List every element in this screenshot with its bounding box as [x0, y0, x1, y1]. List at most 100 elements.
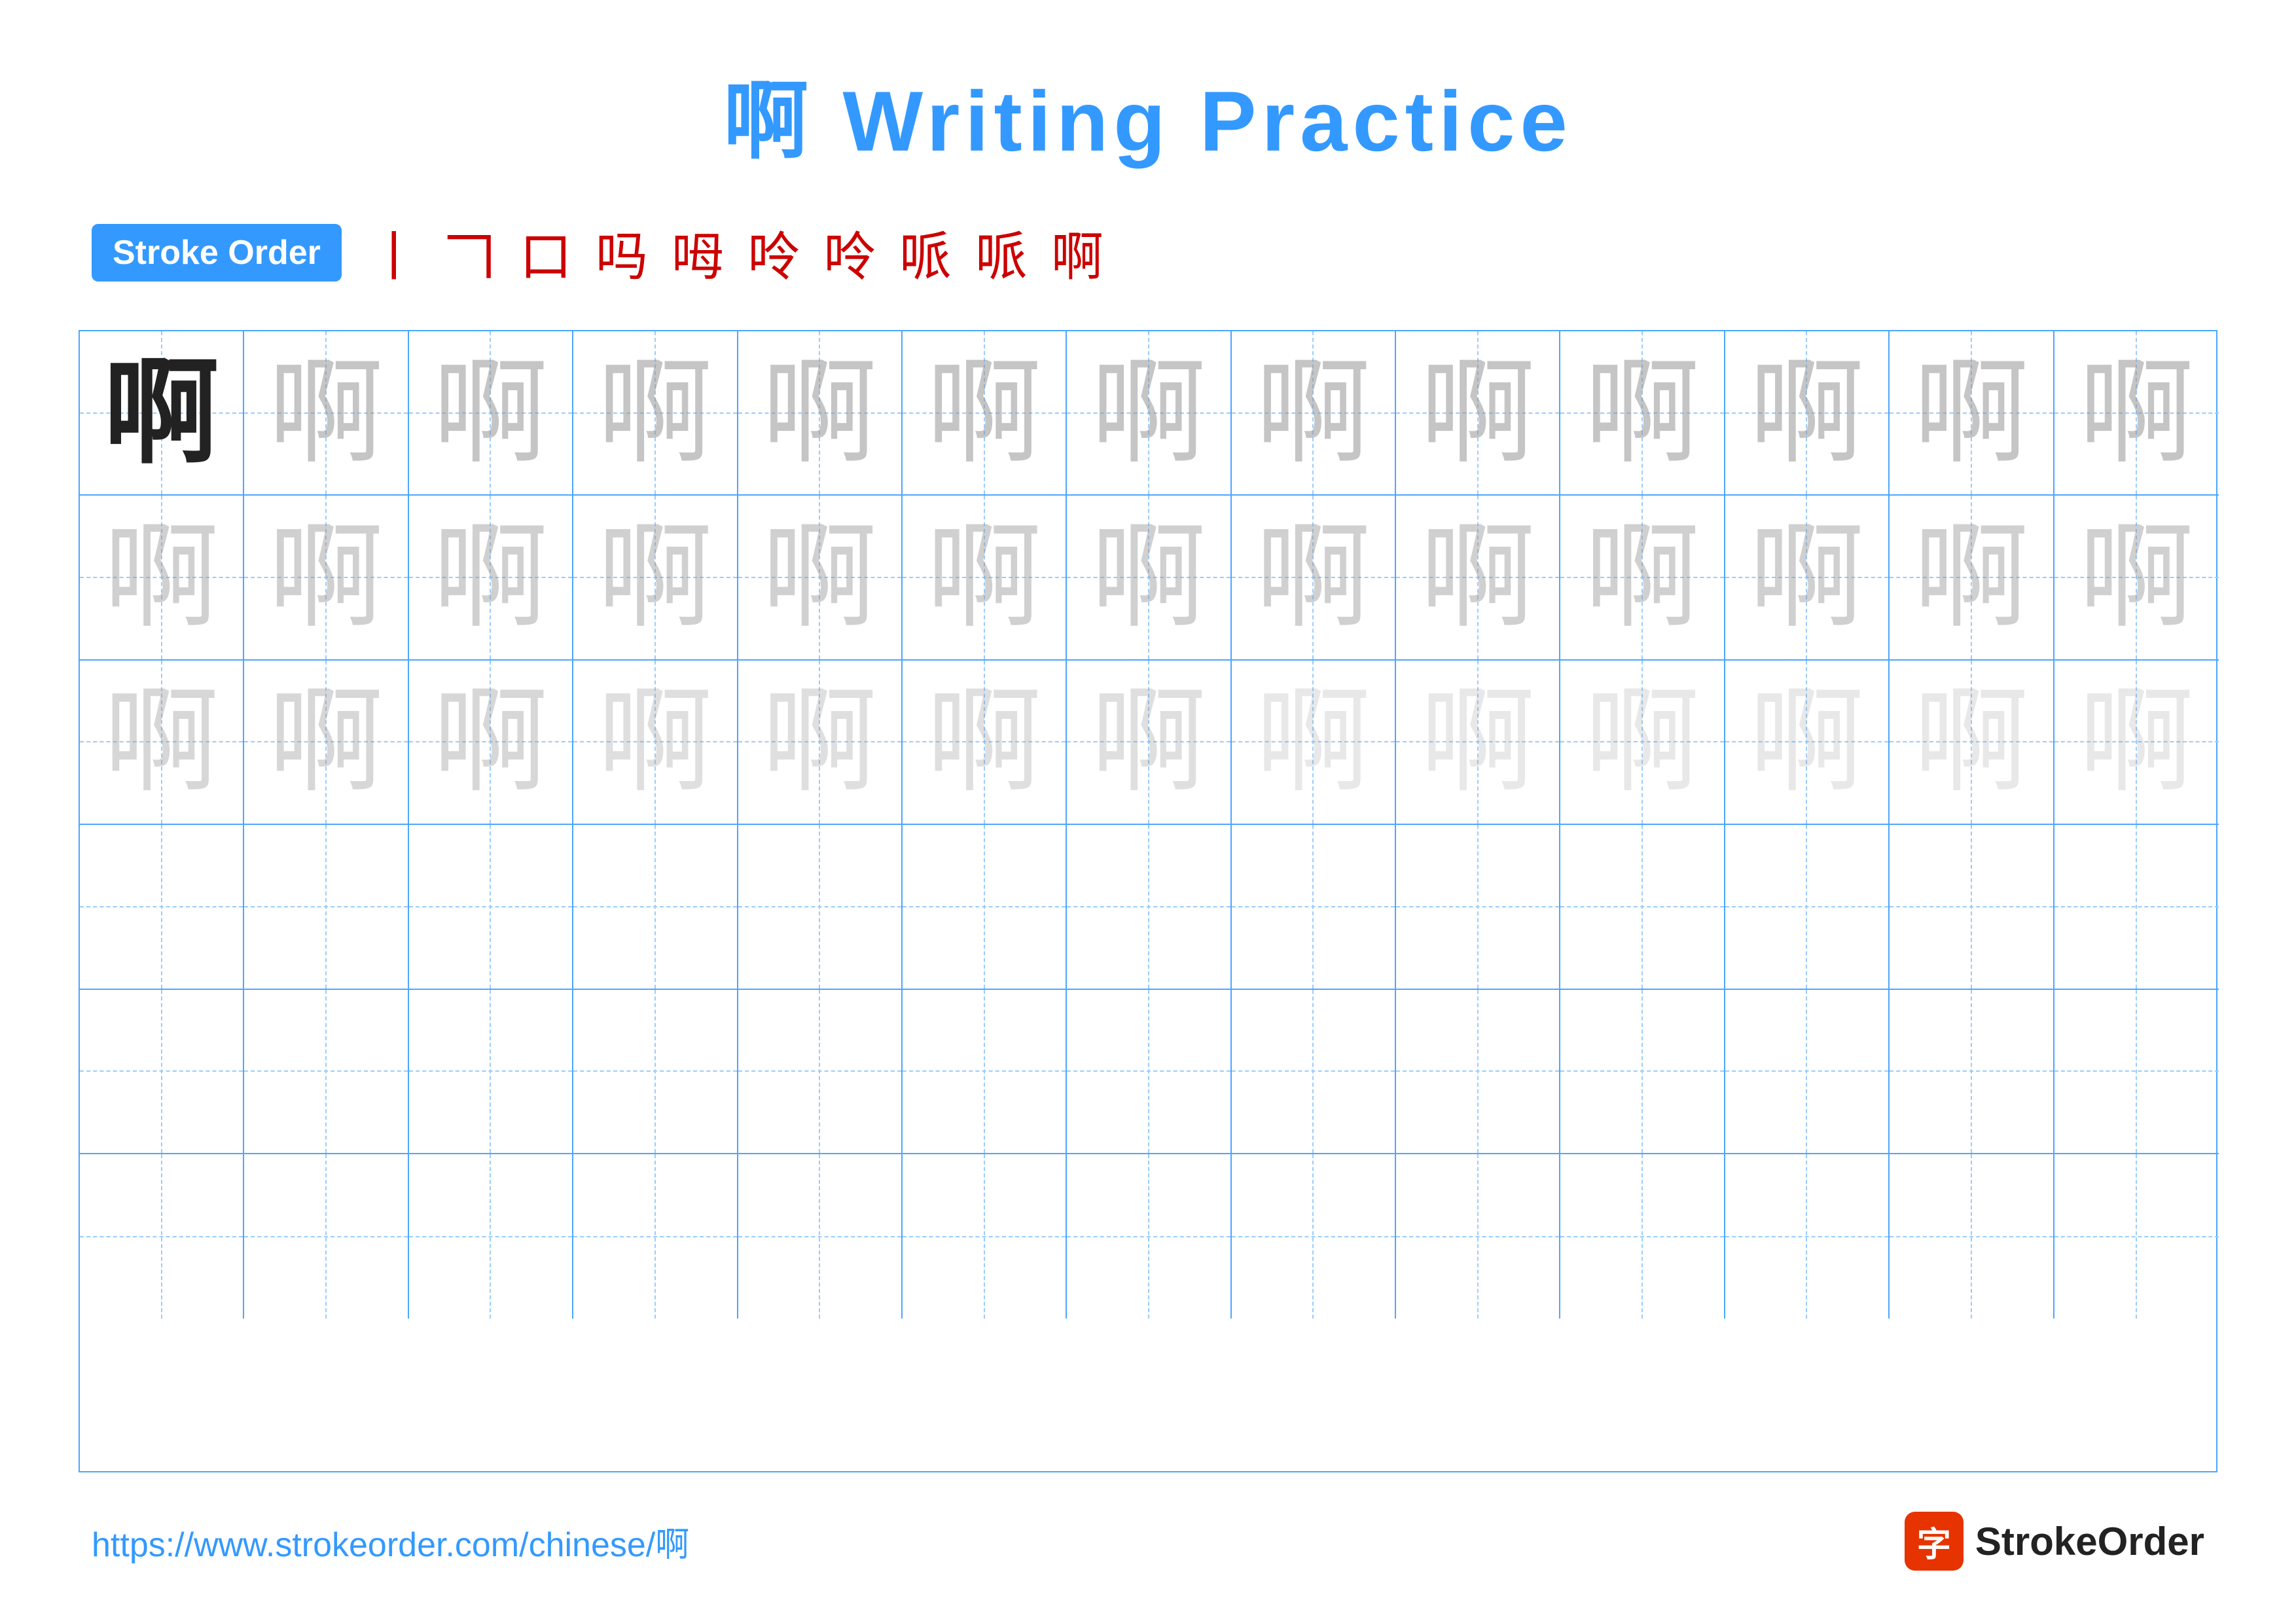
grid-cell[interactable] — [1396, 825, 1560, 989]
grid-cell[interactable]: 啊 — [244, 496, 408, 660]
grid-cell[interactable]: 啊 — [1067, 496, 1231, 660]
char-overlay: 啊 — [104, 684, 219, 799]
grid-cell[interactable] — [1232, 825, 1396, 989]
grid-cell[interactable] — [1232, 1154, 1396, 1319]
footer: https://www.strokeorder.com/chinese/啊 字 … — [79, 1512, 2217, 1571]
char-overlay: 啊 — [762, 356, 877, 471]
char-overlay: 啊 — [104, 356, 219, 471]
grid-cell[interactable]: 啊 — [1560, 661, 1725, 825]
char-overlay: 啊 — [598, 684, 713, 799]
grid-cell[interactable] — [1890, 825, 2054, 989]
grid-cell[interactable]: 啊 — [1560, 331, 1725, 496]
grid-cell[interactable] — [903, 825, 1067, 989]
grid-cell[interactable] — [244, 825, 408, 989]
grid-cell[interactable]: 啊 — [1396, 331, 1560, 496]
grid-cell[interactable]: 啊 — [80, 496, 244, 660]
grid-cell[interactable]: 啊 — [2054, 331, 2219, 496]
grid-cell[interactable]: 啊 — [1232, 661, 1396, 825]
grid-cell[interactable]: 啊 — [903, 661, 1067, 825]
grid-cell[interactable]: 啊 — [409, 661, 573, 825]
grid-row: 啊啊啊啊啊啊啊啊啊啊啊啊啊 — [80, 331, 2216, 496]
grid-cell[interactable]: 啊 — [1560, 496, 1725, 660]
grid-cell[interactable]: 啊 — [80, 331, 244, 496]
char-overlay: 啊 — [1091, 356, 1206, 471]
grid-cell[interactable] — [903, 1154, 1067, 1319]
grid-cell[interactable]: 啊 — [409, 496, 573, 660]
grid-cell[interactable]: 啊 — [573, 331, 738, 496]
grid-cell[interactable]: 啊 — [1890, 661, 2054, 825]
char-overlay: 啊 — [1420, 684, 1535, 799]
grid-cell[interactable]: 啊 — [738, 661, 903, 825]
grid-cell[interactable]: 啊 — [903, 496, 1067, 660]
char-overlay: 啊 — [433, 520, 548, 635]
grid-cell[interactable]: 啊 — [738, 496, 903, 660]
char-overlay: 啊 — [927, 356, 1042, 471]
grid-cell[interactable] — [903, 990, 1067, 1154]
grid-cell[interactable] — [2054, 1154, 2219, 1319]
grid-cell[interactable] — [573, 825, 738, 989]
grid-cell[interactable] — [1890, 990, 2054, 1154]
grid-cell[interactable] — [1725, 825, 1890, 989]
grid-cell[interactable] — [1396, 990, 1560, 1154]
stroke-sequence: 丨 𠃍 口 吗 呣 呤 呤 哌 哌 啊 — [368, 215, 1103, 291]
grid-cell[interactable] — [2054, 825, 2219, 989]
grid-cell[interactable]: 啊 — [1725, 496, 1890, 660]
grid-cell[interactable]: 啊 — [1725, 331, 1890, 496]
grid-cell[interactable] — [1396, 1154, 1560, 1319]
grid-cell[interactable] — [80, 825, 244, 989]
grid-cell[interactable]: 啊 — [2054, 661, 2219, 825]
grid-cell[interactable] — [80, 1154, 244, 1319]
grid-cell[interactable] — [1067, 1154, 1231, 1319]
grid-cell[interactable]: 啊 — [1067, 331, 1231, 496]
grid-cell[interactable]: 啊 — [409, 331, 573, 496]
stroke-order-badge: Stroke Order — [92, 224, 342, 282]
footer-brand-name: StrokeOrder — [1975, 1519, 2204, 1564]
grid-cell[interactable] — [244, 990, 408, 1154]
grid-cell[interactable] — [409, 1154, 573, 1319]
char-overlay: 啊 — [268, 356, 384, 471]
char-overlay: 啊 — [1585, 684, 1700, 799]
grid-cell[interactable]: 啊 — [738, 331, 903, 496]
grid-cell[interactable] — [80, 990, 244, 1154]
grid-cell[interactable] — [2054, 990, 2219, 1154]
grid-cell[interactable] — [1560, 825, 1725, 989]
grid-cell[interactable]: 啊 — [1232, 496, 1396, 660]
grid-cell[interactable] — [738, 825, 903, 989]
grid-cell[interactable] — [738, 990, 903, 1154]
grid-cell[interactable]: 啊 — [1890, 331, 2054, 496]
grid-cell[interactable] — [1725, 1154, 1890, 1319]
grid-cell[interactable] — [1067, 825, 1231, 989]
grid-cell[interactable] — [1560, 1154, 1725, 1319]
grid-cell[interactable] — [1067, 990, 1231, 1154]
grid-cell[interactable]: 啊 — [573, 661, 738, 825]
grid-cell[interactable]: 啊 — [244, 661, 408, 825]
char-overlay: 啊 — [1914, 520, 2029, 635]
grid-cell[interactable]: 啊 — [1232, 331, 1396, 496]
grid-cell[interactable]: 啊 — [80, 661, 244, 825]
char-overlay: 啊 — [2079, 520, 2194, 635]
grid-cell[interactable]: 啊 — [573, 496, 738, 660]
char-overlay: 啊 — [927, 520, 1042, 635]
grid-cell[interactable] — [573, 990, 738, 1154]
grid-cell[interactable] — [1725, 990, 1890, 1154]
grid-cell[interactable]: 啊 — [1890, 496, 2054, 660]
grid-cell[interactable]: 啊 — [1396, 496, 1560, 660]
grid-cell[interactable] — [244, 1154, 408, 1319]
grid-cell[interactable] — [409, 990, 573, 1154]
grid-cell[interactable] — [1890, 1154, 2054, 1319]
char-overlay: 啊 — [1914, 356, 2029, 471]
grid-cell[interactable] — [409, 825, 573, 989]
grid-cell[interactable] — [1560, 990, 1725, 1154]
grid-cell[interactable] — [1232, 990, 1396, 1154]
char-overlay: 啊 — [433, 356, 548, 471]
grid-cell[interactable]: 啊 — [903, 331, 1067, 496]
grid-cell[interactable] — [738, 1154, 903, 1319]
grid-cell[interactable]: 啊 — [1396, 661, 1560, 825]
grid-cell[interactable]: 啊 — [2054, 496, 2219, 660]
grid-cell[interactable]: 啊 — [244, 331, 408, 496]
grid-cell[interactable]: 啊 — [1067, 661, 1231, 825]
grid-cell[interactable]: 啊 — [1725, 661, 1890, 825]
grid-cell[interactable] — [573, 1154, 738, 1319]
stroke-8: 哌 — [899, 215, 952, 291]
practice-grid: 啊啊啊啊啊啊啊啊啊啊啊啊啊啊啊啊啊啊啊啊啊啊啊啊啊啊啊啊啊啊啊啊啊啊啊啊啊啊啊 — [79, 330, 2217, 1472]
